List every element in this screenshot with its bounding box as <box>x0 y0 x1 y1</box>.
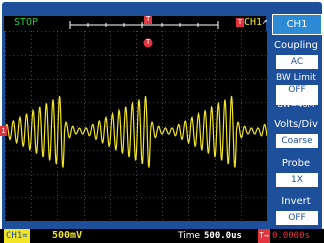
menu-item-probe-label[interactable]: Probe <box>270 154 322 173</box>
oscilloscope-display: STOP T T CH1 ↗ T 1 CH1 Coupling AC BW Li… <box>0 0 324 243</box>
run-state: STOP <box>14 17 39 28</box>
ch1-volts-per-div: 500mV <box>52 230 83 241</box>
time-per-div: 500.0us <box>204 231 242 241</box>
menu-item-voltsdiv-label[interactable]: Volts/Div <box>270 115 322 134</box>
ch1-label: CH1= <box>4 229 30 243</box>
channel-menu: CH1 Coupling AC BW Limit OFF BW=40M Volt… <box>270 14 322 229</box>
trigger-position-letter: T <box>146 15 151 23</box>
trigger-timeline <box>69 16 219 29</box>
trigger-top-letter: T <box>146 38 151 46</box>
ch1-ground-marker: 1 <box>0 126 7 136</box>
waveform-screen[interactable] <box>5 31 267 221</box>
bwlimit-state: OFF <box>288 85 306 95</box>
menu-item-coupling-label[interactable]: Coupling <box>270 36 322 55</box>
menu-item-coupling-value[interactable]: AC <box>276 55 318 69</box>
trigger-edge-icon: ↗ <box>262 17 268 27</box>
bwlimit-extra: BW=40M <box>277 100 315 109</box>
menu-item-invert-value[interactable]: OFF <box>276 211 318 225</box>
time-label: Time <box>178 231 201 241</box>
trigger-t-badge: T <box>236 18 244 27</box>
menu-item-invert-label[interactable]: Invert <box>270 192 322 211</box>
trigger-offset-value: 0.0000s <box>272 231 310 241</box>
menu-item-bwlimit-label[interactable]: BW Limit <box>270 71 322 85</box>
trigger-channel: CH1 <box>244 17 263 28</box>
menu-item-probe-value[interactable]: 1X <box>276 173 318 187</box>
menu-title: CH1 <box>272 14 322 35</box>
menu-item-voltsdiv-value[interactable]: Coarse <box>276 134 318 148</box>
trigger-offset-label: T→ <box>258 229 270 243</box>
